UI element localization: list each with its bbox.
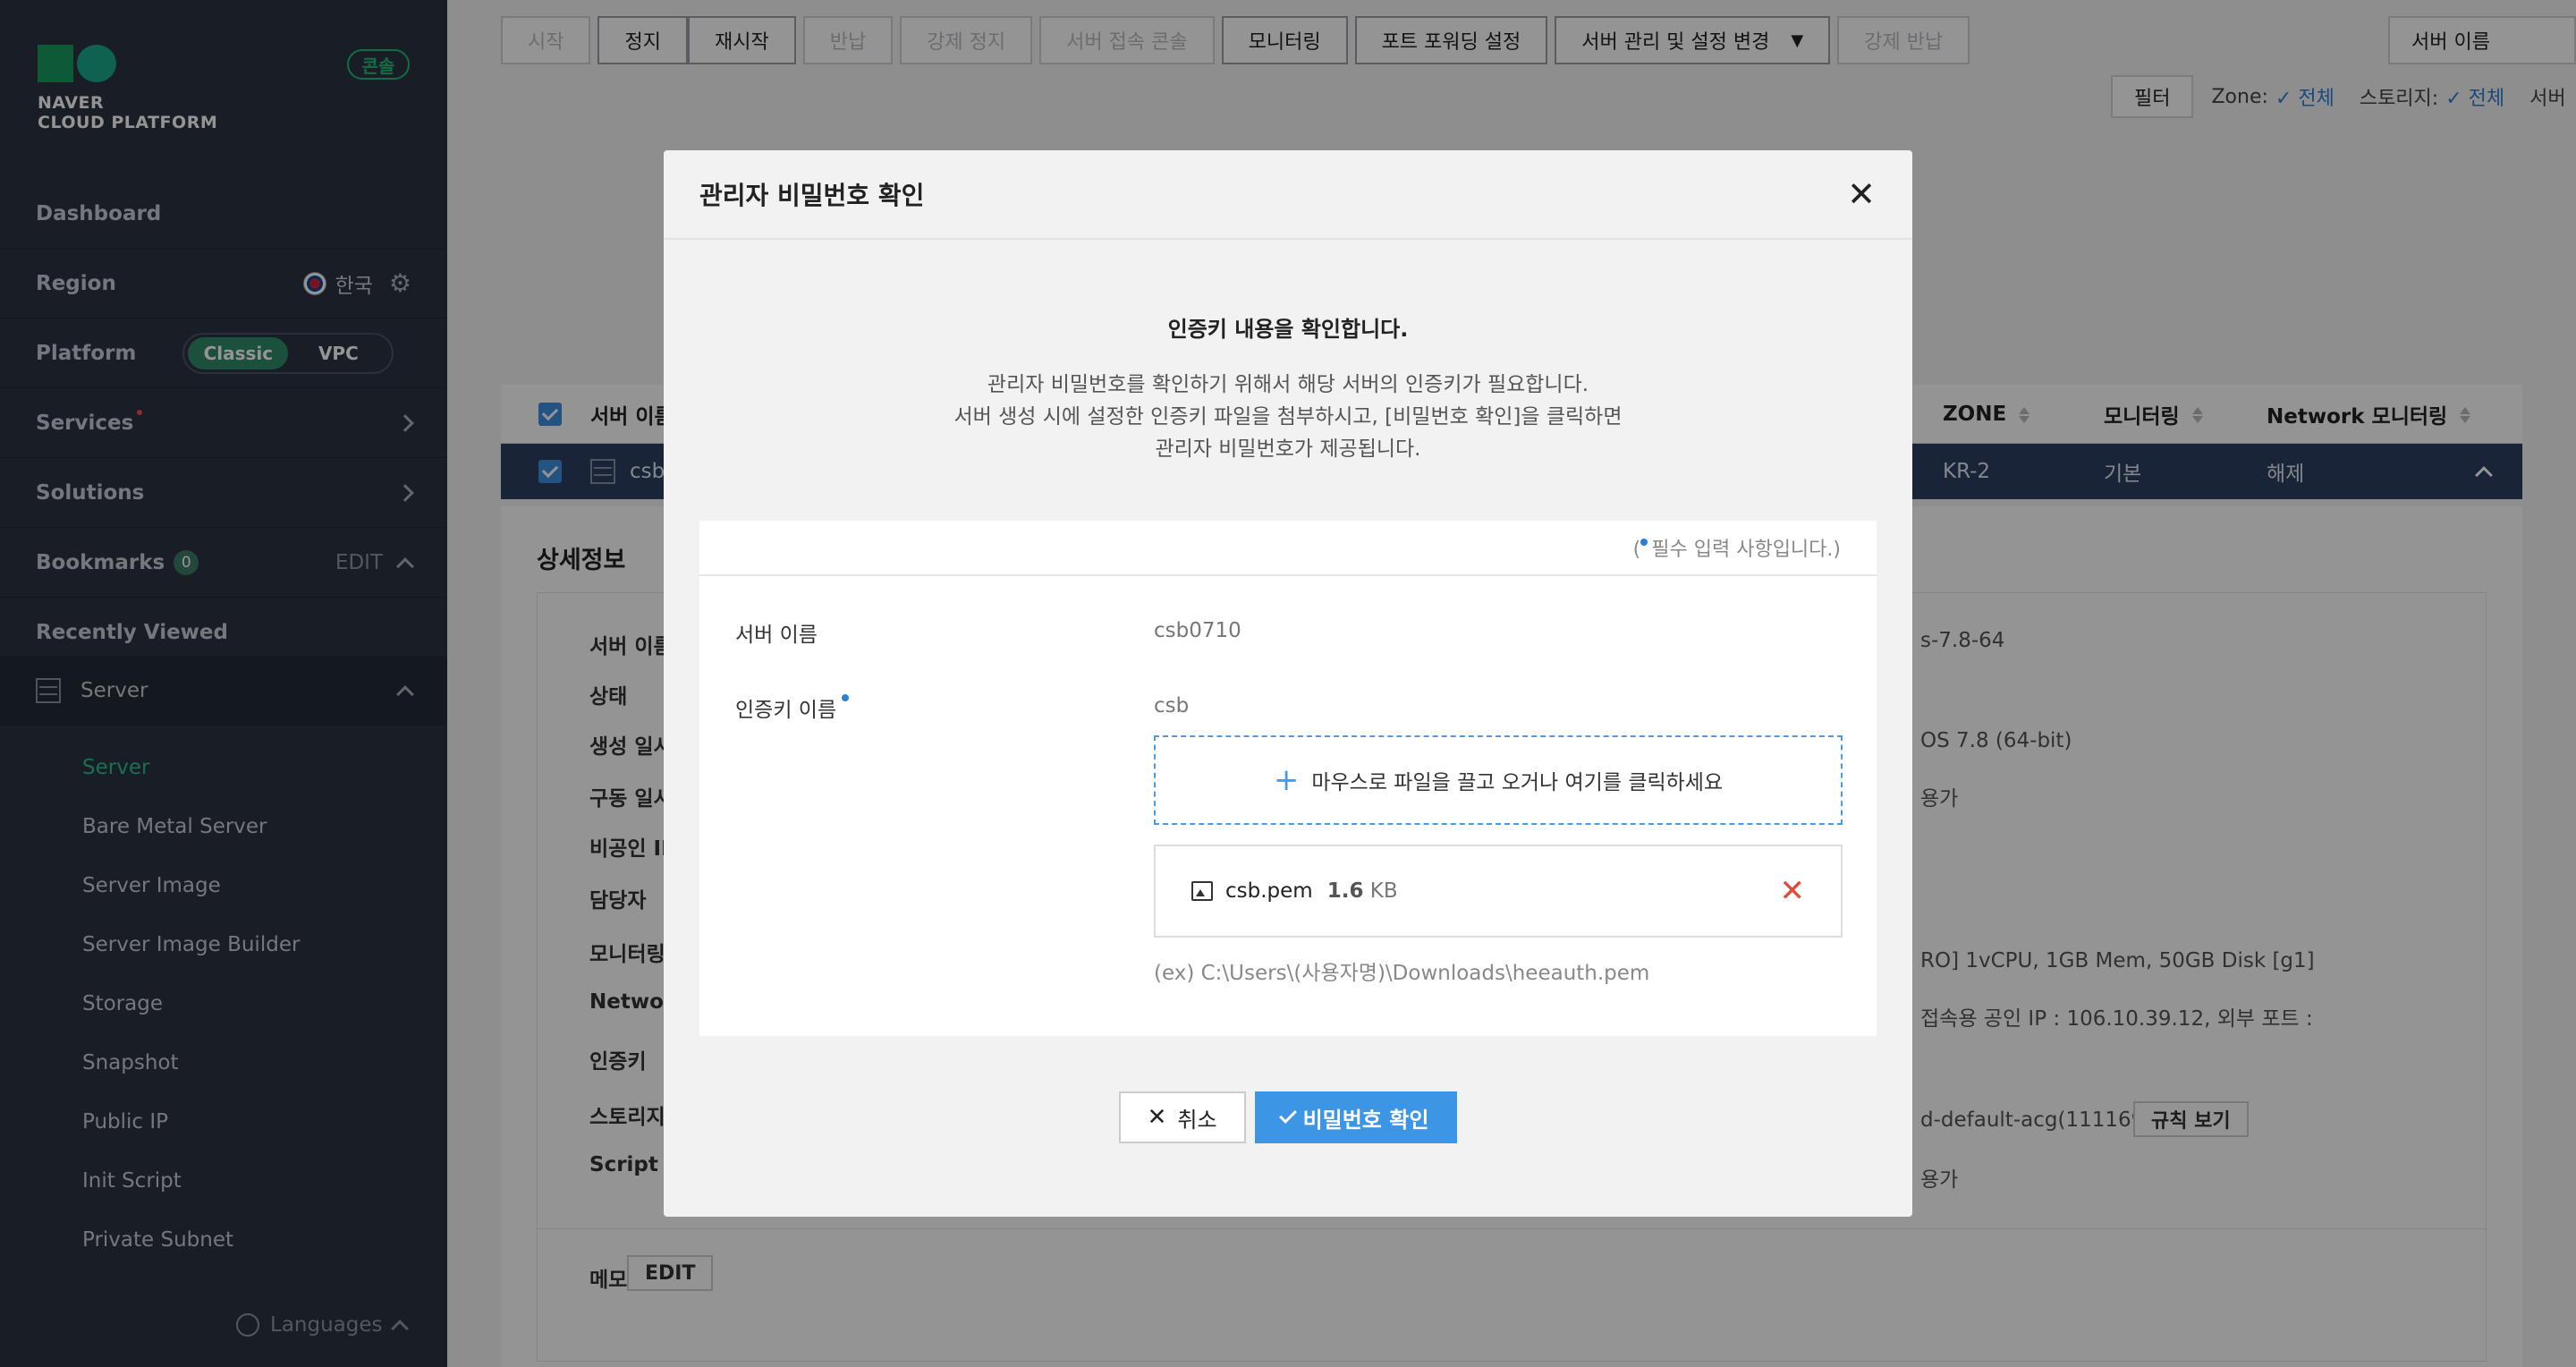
modal-desc-line: 서버 생성 시에 설정한 인증키 파일을 첨부하시고, [비밀번호 확인]을 클… [953,405,1623,429]
confirm-password-button[interactable]: 비밀번호 확인 [1254,1091,1458,1143]
required-note-open: ( [1632,539,1641,561]
example-path-hint: (ex) C:\Users\(사용자명)\Downloads\heeauth.p… [1154,962,1650,985]
attached-file-item: csb.pem 1.6 KB ✕ [1154,845,1843,938]
file-image-icon [1191,881,1213,901]
cancel-button[interactable]: ✕ 취소 [1118,1091,1246,1143]
file-size-number: 1.6 [1326,879,1364,903]
required-note: ( 필수 입력 사항입니다.) [1633,533,1841,562]
required-dot-icon [842,694,850,701]
modal-buttons: ✕ 취소 비밀번호 확인 [664,1091,1912,1143]
close-icon: ✕ [1147,1104,1167,1131]
file-dropzone[interactable]: + 마우스로 파일을 끌고 오거나 여기를 클릭하세요 [1154,735,1843,825]
modal-description: 관리자 비밀번호를 확인하기 위해서 해당 서버의 인증키가 필요합니다. 서버… [664,369,1912,465]
required-dot-icon [1640,539,1648,546]
modal-subtitle: 인증키 내용을 확인합니다. [1167,317,1409,342]
modal-title: 관리자 비밀번호 확인 [699,181,925,210]
key-name-label-text: 인증키 이름 [735,699,837,722]
modal-header: 관리자 비밀번호 확인 [664,150,1912,240]
divider [699,574,1877,576]
server-name-label: 서버 이름 [735,624,818,647]
plus-icon: + [1273,762,1300,798]
close-icon[interactable]: ✕ [1846,177,1877,211]
required-note-text: 필수 입력 사항입니다.) [1651,539,1841,561]
key-name-value: csb [1154,694,1190,717]
remove-file-icon[interactable]: ✕ [1780,876,1806,906]
cancel-label: 취소 [1177,1107,1217,1133]
file-name: csb.pem [1225,879,1313,903]
admin-password-modal: 관리자 비밀번호 확인 ✕ 인증키 내용을 확인합니다. 관리자 비밀번호를 확… [664,150,1912,1217]
modal-desc-line: 관리자 비밀번호를 확인하기 위해서 해당 서버의 인증키가 필요합니다. [987,373,1589,396]
server-name-value: csb0710 [1154,619,1241,642]
dropzone-text: 마우스로 파일을 끌고 오거나 여기를 클릭하세요 [1311,771,1724,794]
file-size: 1.6 KB [1327,879,1398,903]
file-size-unit: KB [1369,879,1398,903]
key-name-label: 인증키 이름 [735,692,850,723]
check-icon [1278,1106,1297,1124]
modal-desc-line: 관리자 비밀번호가 제공됩니다. [1155,437,1421,461]
modal-form-card: (필수 입력 사항입니다.) 서버 이름 csb0710 인증키 이름 csb … [699,521,1877,1036]
confirm-label: 비밀번호 확인 [1302,1107,1429,1133]
